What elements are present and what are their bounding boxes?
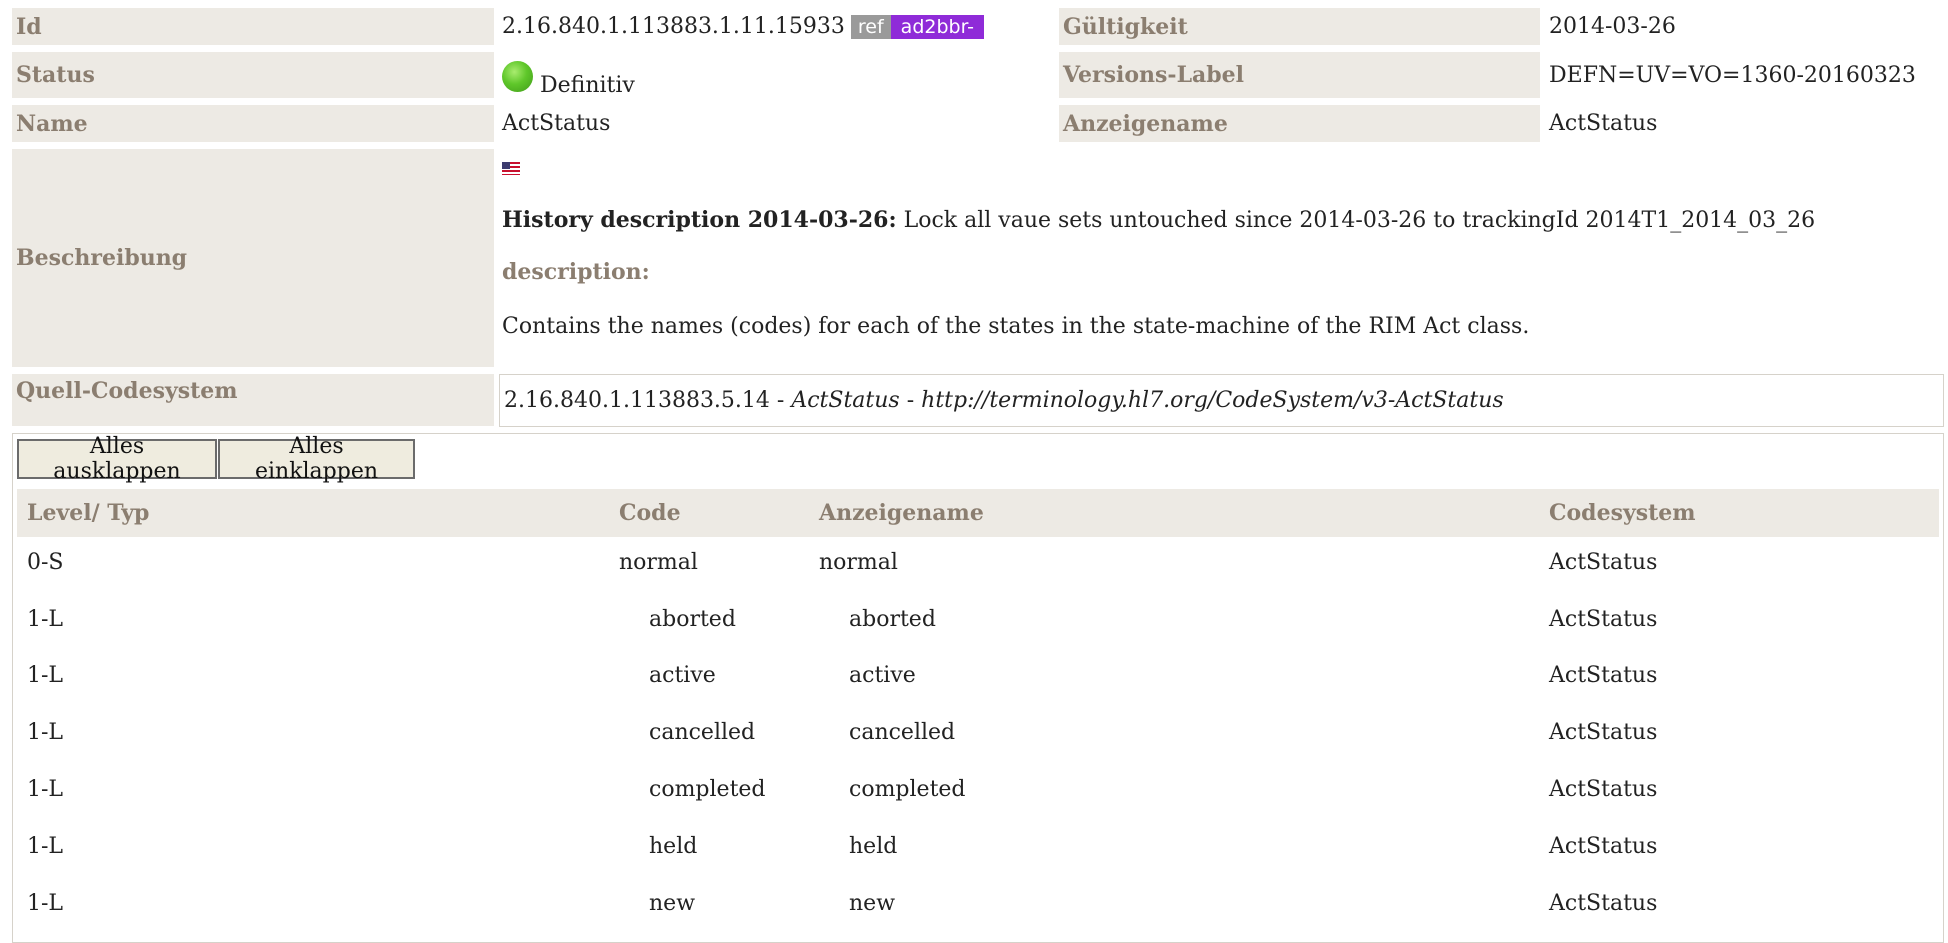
history-text: Lock all vaue sets untouched since 2014-… [896,207,1816,233]
column-header-display-name[interactable]: Anzeigename [819,489,984,537]
cell-display-name: active [849,662,916,688]
source-codesystem-label: Quell-Codesystem [12,374,494,426]
cell-codesystem: ActStatus [1549,833,1658,859]
id-label: Id [12,8,494,45]
cell-code: aborted [649,606,736,632]
description-text: Contains the names (codes) for each of t… [502,313,1530,339]
cell-level: 0-S [27,549,64,575]
source-oid: 2.16.840.1.113883.5.14 [504,387,770,413]
cell-level: 1-L [27,719,64,745]
history-description: History description 2014-03-26: Lock all… [502,202,1815,238]
version-label: Versions-Label [1059,52,1540,98]
ref-badge[interactable]: ref [850,14,891,39]
cell-codesystem: ActStatus [1549,890,1658,916]
cell-level: 1-L [27,833,64,859]
id-value: 2.16.840.1.113883.1.11.15933 [502,14,845,39]
id-value-cell: 2.16.840.1.113883.1.11.15933 ref ad2bbr- [502,8,985,45]
description-label: Beschreibung [12,149,494,367]
green-circle-icon [502,60,533,92]
column-header-code[interactable]: Code [619,489,681,537]
status-label: Status [12,52,494,98]
source-separator: - [769,387,792,413]
cell-code: cancelled [649,719,756,745]
validity-value: 2014-03-26 [1549,14,1676,39]
cell-codesystem: ActStatus [1549,549,1658,575]
validity-label: Gültigkeit [1059,8,1540,45]
cell-level: 1-L [27,776,64,802]
display-name-value: ActStatus [1549,111,1658,136]
us-flag-icon [502,162,520,175]
cell-codesystem: ActStatus [1549,776,1658,802]
cell-display-name: new [849,890,896,916]
cell-codesystem: ActStatus [1549,606,1658,632]
cell-code: normal [619,549,698,575]
history-title: History description 2014-03-26: [502,207,897,233]
cell-level: 1-L [27,890,64,916]
cell-display-name: cancelled [849,719,956,745]
cell-code: new [649,890,696,916]
source-url[interactable]: http://terminology.hl7.org/CodeSystem/v3… [921,388,1504,413]
collapse-all-button[interactable]: Alles einklappen [218,434,415,484]
source-name: ActStatus [791,387,900,413]
cell-code: completed [649,776,766,802]
name-value: ActStatus [502,111,611,136]
name-label: Name [12,105,494,142]
display-name-label: Anzeigename [1059,105,1540,142]
cell-codesystem: ActStatus [1549,662,1658,688]
cell-code: held [649,833,698,859]
cell-display-name: completed [849,776,966,802]
cell-codesystem: ActStatus [1549,719,1658,745]
cell-level: 1-L [27,606,64,632]
status-value-cell: Definitiv [502,52,635,106]
expand-all-button[interactable]: Alles ausklappen [17,434,217,484]
version-value: DEFN=UV=VO=1360-20160323 [1549,62,1916,88]
cell-level: 1-L [27,662,64,688]
cell-code: active [649,662,716,688]
source-separator-2: - [899,387,922,413]
column-header-level[interactable]: Level/ Typ [27,489,149,537]
cell-display-name: aborted [849,606,936,632]
status-value: Definitiv [540,72,635,98]
id-badge[interactable]: ad2bbr- [890,14,985,39]
source-codesystem-value: 2.16.840.1.113883.5.14 - ActStatus - htt… [504,382,1504,418]
cell-display-name: normal [819,549,898,575]
column-header-codesystem[interactable]: Codesystem [1549,489,1696,537]
description-heading: description: [502,259,650,285]
cell-display-name: held [849,833,898,859]
